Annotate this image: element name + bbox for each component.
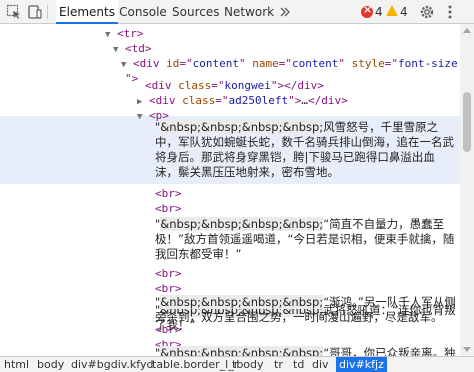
expand-arrow-icon[interactable]: ▼ <box>121 60 126 70</box>
scrollbar-thumb[interactable] <box>463 92 471 152</box>
error-icon[interactable] <box>361 3 373 18</box>
breadcrumb-item-table[interactable]: table.border_l_r <box>152 357 238 372</box>
breadcrumb-item-div-kfjz[interactable]: div#kfjz <box>336 357 387 372</box>
toolbar-divider <box>47 5 48 19</box>
tab-network[interactable]: Network <box>224 0 274 24</box>
devtools-toolbar: Elements Console Sources Network 4 4 <box>0 0 474 24</box>
chevron-right-icon[interactable] <box>278 5 292 19</box>
warning-count[interactable]: 4 <box>400 0 408 24</box>
vertical-scrollbar[interactable] <box>460 24 474 356</box>
scroll-up-arrow-icon[interactable] <box>463 28 471 33</box>
nbsp-entity: &nbsp;&nbsp;&nbsp;&nbsp; <box>160 346 324 356</box>
breadcrumb-item-div-bgdiv[interactable]: div#bgdiv.kfyd <box>71 357 153 372</box>
expand-arrow-icon[interactable]: ▼ <box>113 45 118 55</box>
text-node-paragraph-5[interactable]: "&nbsp;&nbsp;&nbsp;&nbsp;“哥哥，你已众叛亲离。独力难支… <box>155 346 457 356</box>
tab-elements[interactable]: Elements <box>56 0 118 24</box>
breadcrumb-item-body[interactable]: body <box>37 357 64 372</box>
tree-node-div-content[interactable]: ▼ <div id="content" name="content" style… <box>121 56 460 71</box>
tab-console[interactable]: Console <box>118 0 168 24</box>
breadcrumb-item-div[interactable]: div <box>312 357 329 372</box>
tree-node-br[interactable]: <br> <box>155 201 182 216</box>
expand-arrow-icon[interactable]: ▼ <box>105 30 110 40</box>
scroll-down-arrow-icon[interactable] <box>463 347 471 352</box>
breadcrumb-item-tbody[interactable]: tbody <box>232 357 264 372</box>
text-node-paragraph-1[interactable]: "&nbsp;&nbsp;&nbsp;&nbsp;风雪怒号，千里雪原之中，军队犹… <box>155 120 457 180</box>
expand-arrow-icon[interactable]: ▼ <box>137 112 142 122</box>
tree-node-td[interactable]: ▼ <td> <box>113 41 152 56</box>
tree-node-div-ad250left[interactable]: ▶ <div class="ad250left">…</div> <box>137 93 348 108</box>
breadcrumb: html body div#bgdiv.kfyd table.border_l_… <box>0 356 474 372</box>
tree-node-div-kongwei[interactable]: <div class="kongwei"></div> <box>145 78 324 93</box>
tree-node-div-content-close: "> <box>125 72 139 85</box>
kebab-menu-icon[interactable] <box>442 4 458 20</box>
tree-node-tr[interactable]: ▼ <tr> <box>105 26 144 41</box>
inspect-element-icon[interactable] <box>6 4 22 20</box>
tree-node-br[interactable]: <br> <box>155 186 182 201</box>
error-count[interactable]: 4 <box>375 0 383 24</box>
warning-icon[interactable] <box>386 5 398 16</box>
expand-arrow-icon[interactable]: ▶ <box>137 97 142 107</box>
gear-icon[interactable] <box>419 4 435 20</box>
text-node-paragraph-4[interactable]: "&nbsp;&nbsp;&nbsp;&nbsp;“渐鸿。”另一队千人军从侧旁杀… <box>155 295 457 325</box>
device-toolbar-icon[interactable] <box>27 4 43 20</box>
nbsp-entity: &nbsp;&nbsp;&nbsp;&nbsp; <box>160 295 324 309</box>
elements-tree[interactable]: ▼ <tr> ▼ <td> ▼ <div id="content" name="… <box>0 24 460 356</box>
tree-node-br[interactable]: <br> <box>155 266 182 281</box>
breadcrumb-item-html[interactable]: html <box>4 357 29 372</box>
tree-node-br[interactable]: <br> <box>155 281 182 296</box>
breadcrumb-item-td[interactable]: td <box>293 357 304 372</box>
text-node-paragraph-2[interactable]: "&nbsp;&nbsp;&nbsp;&nbsp;“简直不自量力，愚蠢至极！”敌… <box>155 217 457 262</box>
tab-sources[interactable]: Sources <box>172 0 219 24</box>
breadcrumb-item-tr[interactable]: tr <box>274 357 283 372</box>
